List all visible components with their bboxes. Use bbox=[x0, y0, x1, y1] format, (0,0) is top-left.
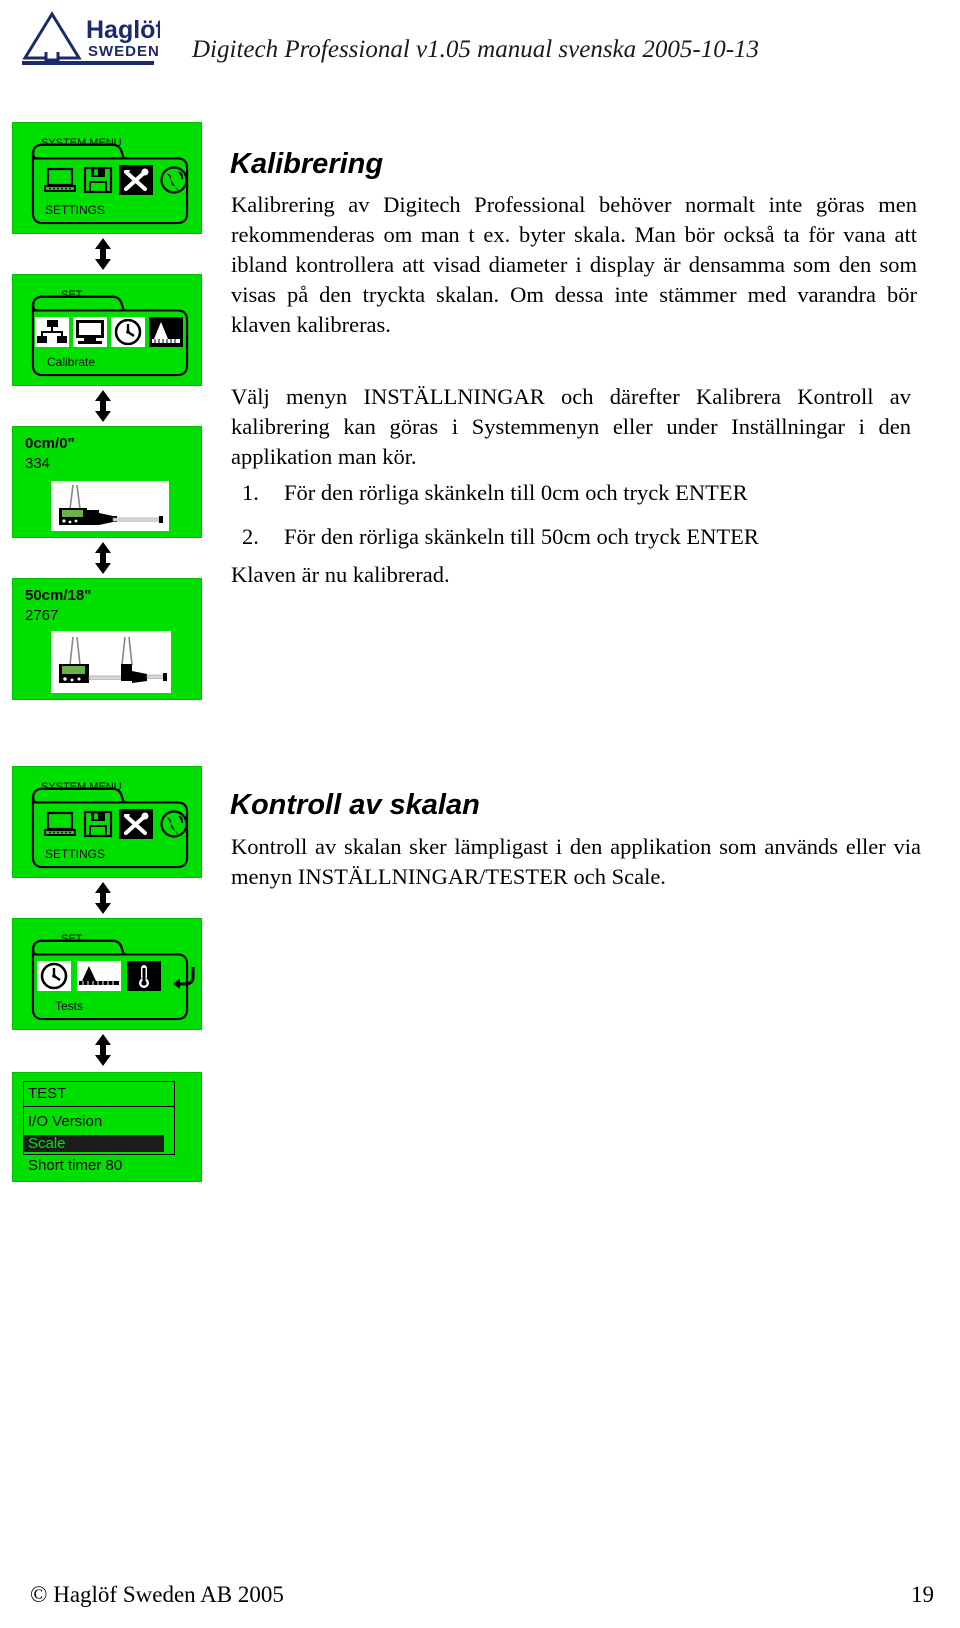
screen-system-menu-1: SYSTEM MENU SETTINGS bbox=[12, 122, 202, 234]
menu-label: Calibrate bbox=[47, 355, 96, 369]
step-number: 1. bbox=[242, 480, 259, 505]
paragraph-valj-menyn: Välj menyn INSTÄLLNINGAR och därefter Ka… bbox=[231, 384, 911, 469]
list-item: 2. För den rörliga skänkeln till 50cm oc… bbox=[242, 522, 902, 552]
floppy-disk-icon[interactable] bbox=[81, 809, 115, 839]
calibration-value: 0cm/0" bbox=[25, 435, 75, 452]
menu-label: SETTINGS bbox=[45, 203, 106, 217]
menu-icon-row bbox=[43, 809, 191, 839]
step-number: 2. bbox=[242, 524, 259, 549]
page-header: Haglöf SWEDEN Digitech Professional v1.0… bbox=[0, 0, 960, 78]
laptop-icon[interactable] bbox=[43, 165, 77, 195]
screen-set-tests: SET Tests bbox=[12, 918, 202, 1030]
list-item: 1. För den rörliga skänkeln till 0cm och… bbox=[242, 478, 902, 508]
tools-icon[interactable] bbox=[119, 165, 153, 195]
section-heading-kalibrering: Kalibrering bbox=[230, 148, 384, 180]
back-arrow-icon[interactable] bbox=[167, 961, 201, 991]
floppy-disk-icon[interactable] bbox=[81, 165, 115, 195]
step-text: För den rörliga skänkeln till 50cm och t… bbox=[284, 524, 759, 549]
paragraph-kalibrering-intro: Kalibrering av Digitech Professional beh… bbox=[231, 192, 917, 337]
haglof-logo: Haglöf SWEDEN bbox=[12, 8, 160, 70]
menu-icon-row bbox=[35, 317, 183, 347]
caliper-closed-illustration bbox=[51, 481, 169, 531]
svg-text:SWEDEN: SWEDEN bbox=[88, 43, 160, 60]
scale-ramp-icon[interactable] bbox=[149, 317, 183, 347]
laptop-icon[interactable] bbox=[43, 809, 77, 839]
menu-label: SETTINGS bbox=[45, 847, 106, 861]
flow-arrow bbox=[90, 542, 116, 574]
calibration-value: 50cm/18" bbox=[25, 587, 92, 604]
caliper-open-illustration bbox=[51, 631, 171, 693]
menu-title: SYSTEM MENU bbox=[41, 137, 122, 149]
network-icon[interactable] bbox=[35, 317, 69, 347]
thermometer-icon[interactable] bbox=[127, 961, 161, 991]
screen-set-calibrate: SET Calibrate bbox=[12, 274, 202, 386]
flow-arrow bbox=[90, 1034, 116, 1066]
footer-page-number: 19 bbox=[911, 1582, 934, 1607]
screen-system-menu-2: SYSTEM MENU SETTINGS bbox=[12, 766, 202, 878]
calibration-steps: 1. För den rörliga skänkeln till 0cm och… bbox=[242, 478, 902, 566]
section-heading-kontroll: Kontroll av skalan bbox=[230, 789, 480, 821]
document-title: Digitech Professional v1.05 manual svens… bbox=[192, 36, 760, 63]
list-item[interactable]: Short timer 80 bbox=[28, 1157, 122, 1174]
clock-icon[interactable] bbox=[111, 317, 145, 347]
screen-calibrate-zero: 0cm/0" 334 bbox=[12, 426, 202, 538]
screen-test-list: TEST I/O Version Scale Short timer 80 bbox=[12, 1072, 202, 1182]
footer-copyright: © Haglöf Sweden AB 2005 bbox=[30, 1582, 284, 1607]
menu-title: SYSTEM MENU bbox=[41, 781, 122, 793]
clock-icon[interactable] bbox=[37, 961, 71, 991]
calibration-count: 2767 bbox=[25, 607, 59, 624]
menu-label: Tests bbox=[55, 999, 84, 1013]
tools-icon[interactable] bbox=[119, 809, 153, 839]
menu-title: SET bbox=[61, 289, 83, 301]
paragraph-kontroll-av-skalan: Kontroll av skalan sker lämpligast i den… bbox=[231, 834, 921, 889]
svg-text:Haglöf: Haglöf bbox=[86, 16, 160, 44]
globe-icon[interactable] bbox=[157, 809, 191, 839]
globe-icon[interactable] bbox=[157, 165, 191, 195]
test-list-header: TEST bbox=[23, 1081, 175, 1107]
flow-arrow bbox=[90, 390, 116, 422]
menu-icon-row bbox=[43, 165, 191, 195]
flow-arrow bbox=[90, 882, 116, 914]
paragraph-klaven-kalibrerad: Klaven är nu kalibrerad. bbox=[231, 562, 450, 587]
step-text: För den rörliga skänkeln till 0cm och tr… bbox=[284, 480, 748, 505]
monitor-icon[interactable] bbox=[73, 317, 107, 347]
flow-arrow bbox=[90, 238, 116, 270]
calibration-count: 334 bbox=[25, 455, 51, 472]
screen-calibrate-fifty: 50cm/18" 2767 bbox=[12, 578, 202, 700]
list-item-selected[interactable]: Scale bbox=[24, 1135, 164, 1152]
list-item[interactable]: I/O Version bbox=[28, 1113, 102, 1130]
menu-title: SET bbox=[61, 933, 83, 945]
menu-icon-row bbox=[37, 961, 201, 991]
scale-ramp-icon[interactable] bbox=[77, 961, 121, 991]
